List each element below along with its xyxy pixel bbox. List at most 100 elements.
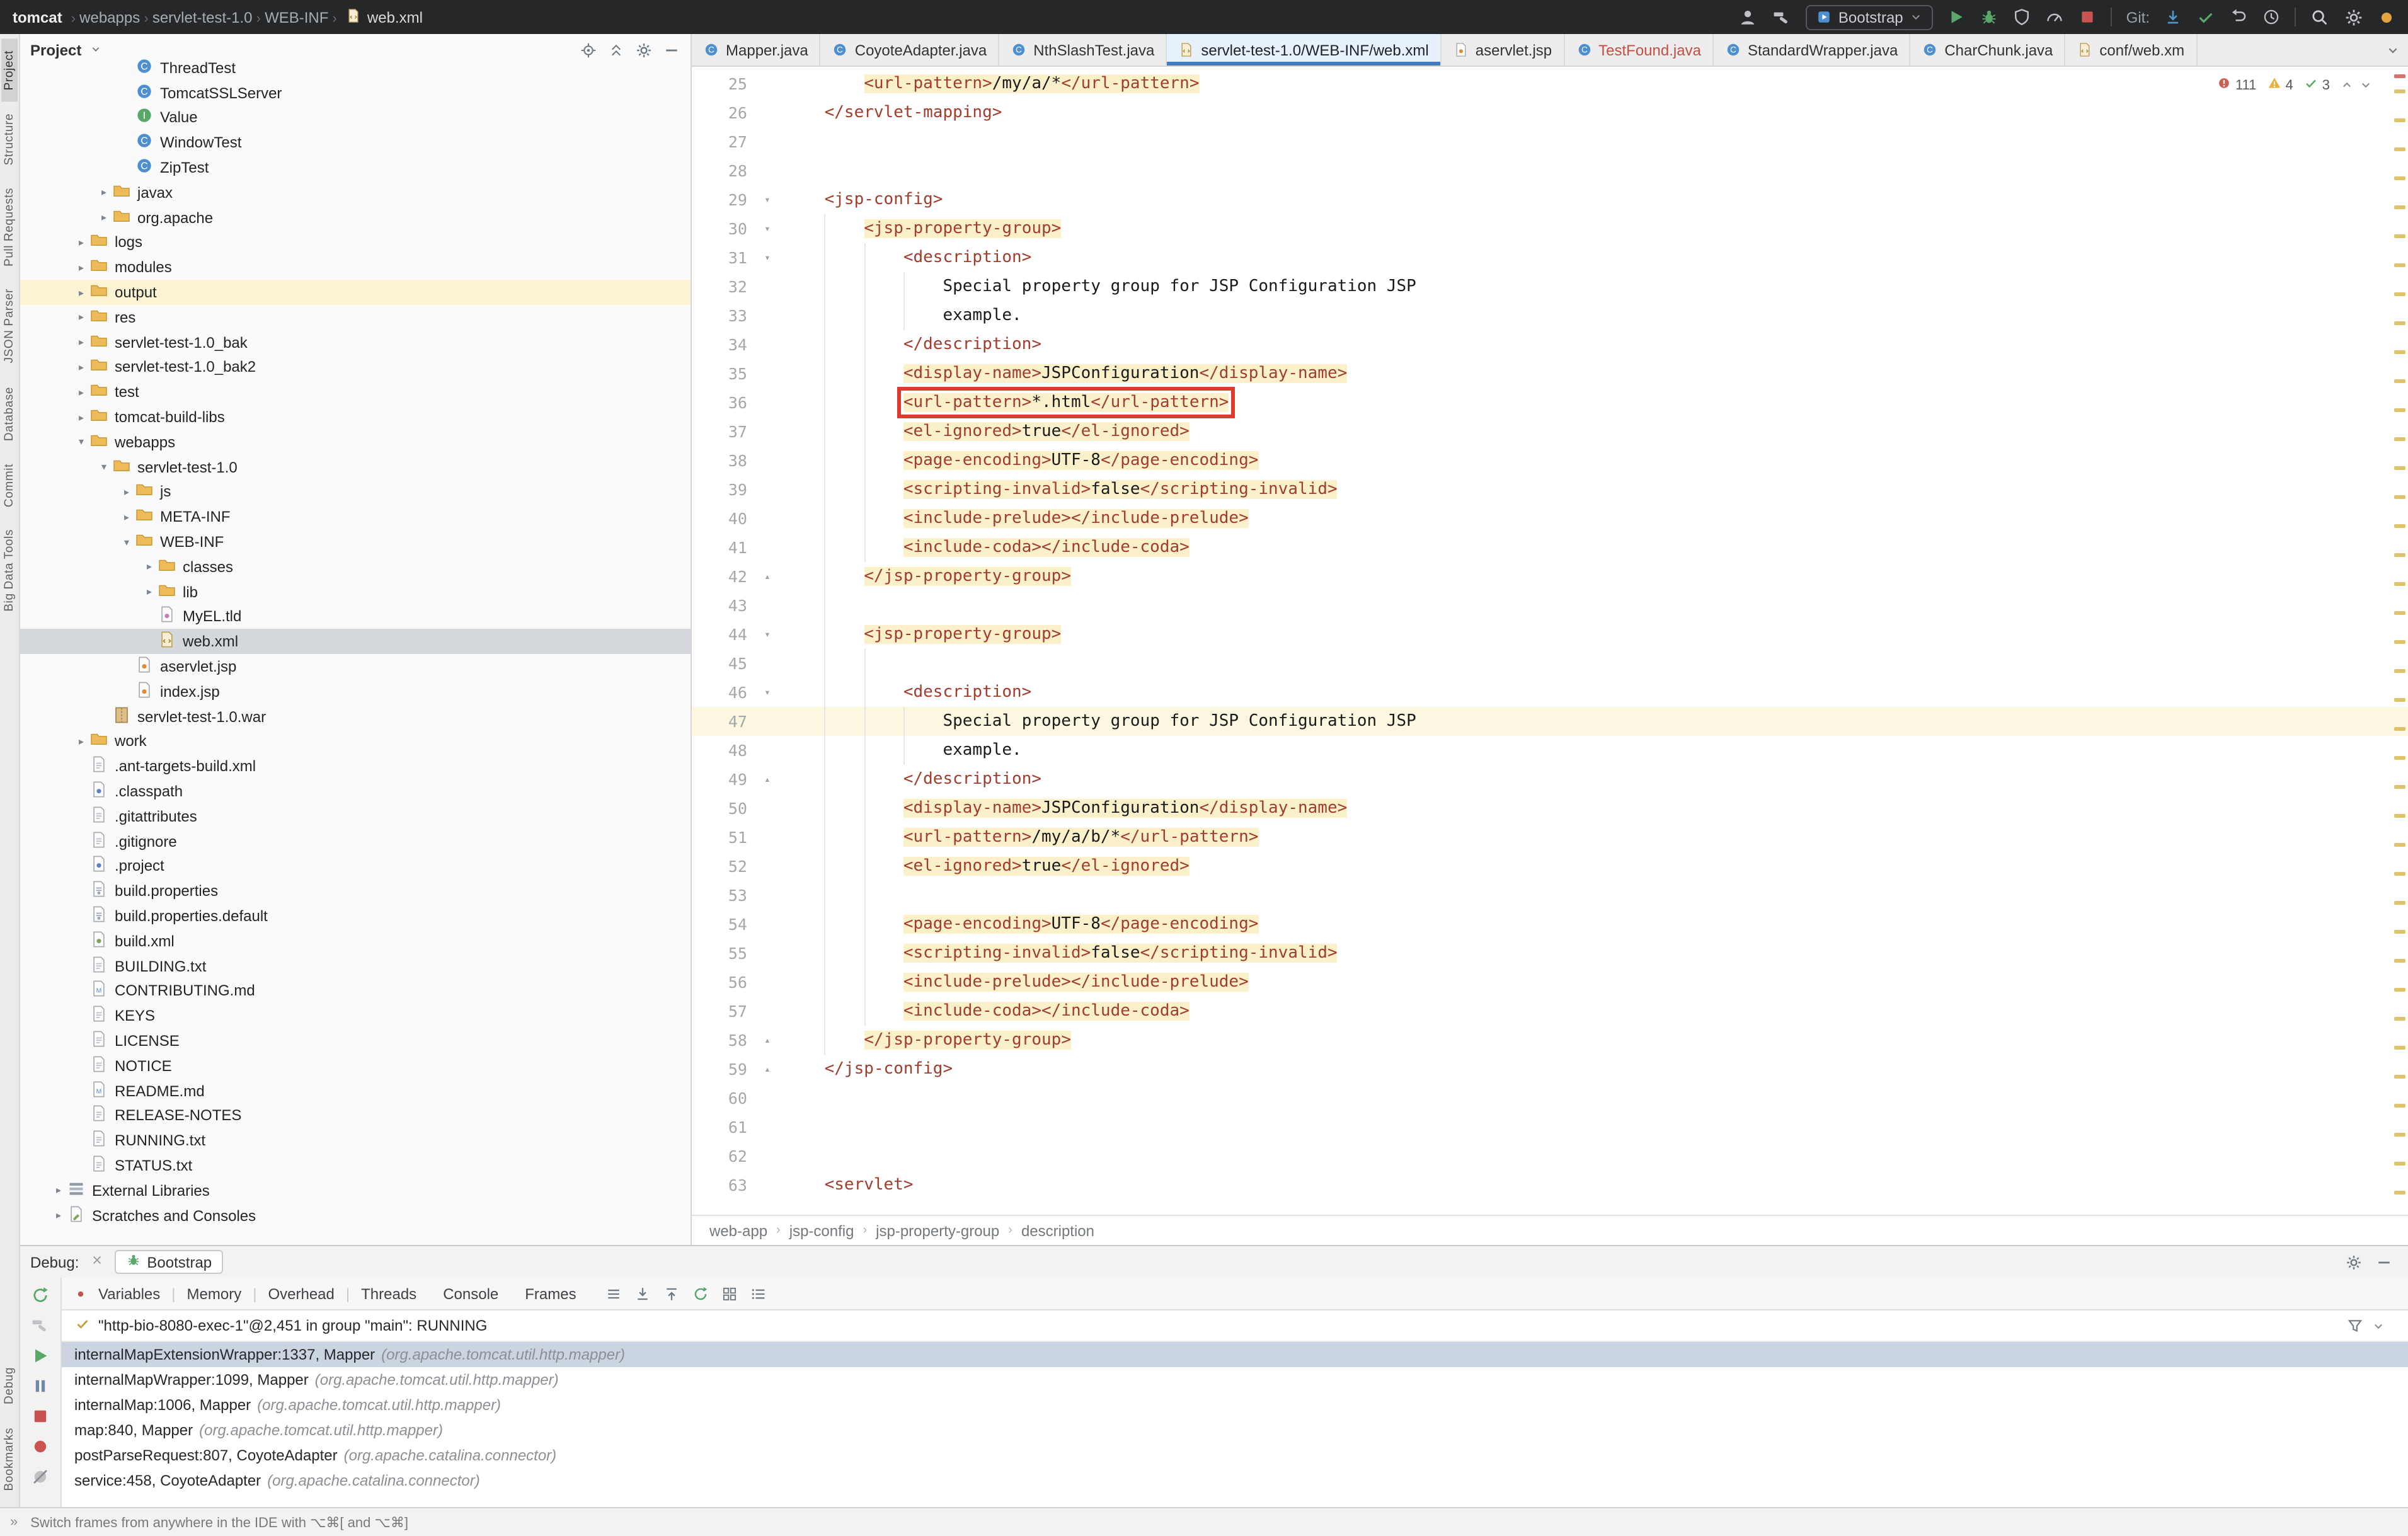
line-number[interactable]: 37 — [692, 417, 757, 446]
breadcrumb-item[interactable]: servlet-test-1.0 — [152, 8, 253, 26]
stack-frame[interactable]: service:458, CoyoteAdapter(org.apache.ca… — [62, 1468, 2408, 1493]
move-frame-down-icon[interactable] — [634, 1285, 652, 1302]
editor-tab[interactable]: CCoyoteAdapter.java — [821, 34, 1000, 66]
line-number[interactable]: 46 — [692, 678, 757, 707]
tree-item[interactable]: CWindowTest — [20, 130, 691, 156]
tree-arrow-icon[interactable]: ▾ — [118, 536, 135, 547]
tree-item[interactable]: CThreadTest — [20, 58, 691, 81]
tree-item[interactable]: ▸logs — [20, 230, 691, 255]
line-number[interactable]: 45 — [692, 649, 757, 678]
collapse-all-button[interactable] — [607, 42, 625, 59]
tree-item[interactable]: STATUS.txt — [20, 1153, 691, 1178]
debug-settings-button[interactable] — [2345, 1253, 2363, 1271]
hidden-tabs-button[interactable] — [2378, 34, 2408, 66]
tree-arrow-icon[interactable]: ▸ — [96, 187, 112, 198]
tree-item[interactable]: .ant-targets-build.xml — [20, 754, 691, 779]
line-number[interactable]: 31 — [692, 243, 757, 272]
line-number[interactable]: 54 — [692, 910, 757, 939]
tree-arrow-icon[interactable]: ▸ — [141, 586, 158, 597]
editor-tab[interactable]: CCharChunk.java — [1910, 34, 2065, 66]
line-number[interactable]: 35 — [692, 359, 757, 388]
rerun-button[interactable] — [30, 1285, 50, 1305]
stop-button[interactable] — [2078, 8, 2097, 26]
line-number[interactable]: 33 — [692, 301, 757, 330]
resume-button[interactable] — [30, 1346, 50, 1366]
tree-item[interactable]: CTomcatSSLServer — [20, 81, 691, 106]
tree-item[interactable]: ▸servlet-test-1.0_bak2 — [20, 355, 691, 380]
settings-button[interactable] — [2344, 7, 2364, 27]
fold-marker[interactable]: ▾ — [757, 243, 777, 272]
move-frame-up-icon[interactable] — [663, 1285, 681, 1302]
tree-arrow-icon[interactable]: ▾ — [73, 437, 89, 448]
breadcrumb-item[interactable]: web-app — [709, 1222, 767, 1239]
line-number[interactable]: 52 — [692, 852, 757, 881]
tree-item[interactable]: CZipTest — [20, 155, 691, 180]
tree-item[interactable]: ▸META-INF — [20, 505, 691, 530]
fold-marker[interactable]: ▾ — [757, 620, 777, 649]
tree-item[interactable]: index.jsp — [20, 679, 691, 704]
editor-tab[interactable]: conf/web.xm — [2065, 34, 2197, 66]
tool-strip-item-json-parser[interactable]: JSON Parser — [1, 278, 18, 375]
tree-item[interactable]: ▸work — [20, 729, 691, 754]
git-update-button[interactable] — [2164, 8, 2182, 26]
tree-item[interactable]: .gitattributes — [20, 804, 691, 829]
tree-item[interactable]: build.properties.default — [20, 903, 691, 929]
debugger-tab-overhead[interactable]: Overhead — [268, 1285, 334, 1302]
tree-item[interactable]: ▸test — [20, 380, 691, 405]
line-number[interactable]: 63 — [692, 1171, 757, 1200]
tree-item[interactable]: ▸output — [20, 280, 691, 305]
line-number[interactable]: 27 — [692, 127, 757, 156]
tree-item[interactable]: servlet-test-1.0.war — [20, 704, 691, 729]
tool-strip-item-project[interactable]: Project — [1, 39, 18, 101]
line-number[interactable]: 39 — [692, 475, 757, 504]
tree-item[interactable]: ▸tomcat-build-libs — [20, 404, 691, 430]
tree-item[interactable]: MyEL.tld — [20, 604, 691, 629]
tree-item[interactable]: ▸org.apache — [20, 205, 691, 231]
line-number[interactable]: 44 — [692, 620, 757, 649]
tree-item[interactable]: MREADME.md — [20, 1078, 691, 1103]
tree-item[interactable]: ▸Scratches and Consoles — [20, 1203, 691, 1228]
tree-item[interactable]: .project — [20, 854, 691, 879]
line-number[interactable]: 60 — [692, 1084, 757, 1113]
stack-frame[interactable]: internalMapExtensionWrapper:1337, Mapper… — [62, 1342, 2408, 1367]
list-view-icon[interactable] — [750, 1285, 768, 1302]
tree-item[interactable]: ▸res — [20, 305, 691, 330]
fold-marker[interactable]: ▾ — [757, 185, 777, 214]
tree-item[interactable]: MCONTRIBUTING.md — [20, 978, 691, 1004]
tree-arrow-icon[interactable]: ▸ — [73, 362, 89, 373]
tool-strip-item-pull-requests[interactable]: Pull Requests — [1, 176, 18, 278]
debug-button[interactable] — [1980, 8, 1999, 26]
line-number[interactable]: 42 — [692, 562, 757, 591]
view-breakpoints-button[interactable] — [30, 1436, 50, 1457]
editor-tab[interactable]: CTestFound.java — [1564, 34, 1714, 66]
error-stripe[interactable] — [2392, 67, 2407, 1215]
fold-marker[interactable]: ▴ — [757, 765, 777, 794]
tree-item[interactable]: ▸classes — [20, 554, 691, 580]
debugger-tab-threads[interactable]: Threads — [361, 1285, 416, 1302]
hide-debug-button[interactable] — [2375, 1253, 2393, 1271]
mute-breakpoints-button[interactable] — [30, 1467, 50, 1487]
tree-arrow-icon[interactable]: ▸ — [73, 312, 89, 323]
line-number[interactable]: 32 — [692, 272, 757, 301]
tool-strip-item-big-data-tools[interactable]: Big Data Tools — [1, 519, 18, 624]
line-number[interactable]: 61 — [692, 1113, 757, 1142]
debugger-tab-frames[interactable]: Frames — [525, 1285, 576, 1302]
line-number[interactable]: 25 — [692, 69, 757, 98]
hide-panel-button[interactable] — [663, 42, 680, 59]
line-number[interactable]: 30 — [692, 214, 757, 243]
tree-item[interactable]: ▸javax — [20, 180, 691, 205]
breadcrumb-item[interactable]: description — [1021, 1222, 1094, 1239]
coverage-button[interactable] — [2013, 8, 2032, 26]
build-button[interactable] — [30, 1315, 50, 1336]
restore-layout-icon[interactable] — [692, 1285, 710, 1302]
line-number[interactable]: 51 — [692, 823, 757, 852]
editor-tab[interactable]: CStandardWrapper.java — [1714, 34, 1910, 66]
tree-arrow-icon[interactable]: ▸ — [73, 411, 89, 423]
build-hammer-icon[interactable] — [1772, 7, 1792, 27]
line-number[interactable]: 28 — [692, 156, 757, 185]
menu-icon[interactable] — [605, 1285, 623, 1302]
git-commit-button[interactable] — [2196, 8, 2215, 26]
line-number[interactable]: 26 — [692, 98, 757, 127]
notifications-indicator[interactable] — [2378, 8, 2395, 26]
inspections-widget[interactable]: 111 4 3 — [2211, 74, 2378, 96]
